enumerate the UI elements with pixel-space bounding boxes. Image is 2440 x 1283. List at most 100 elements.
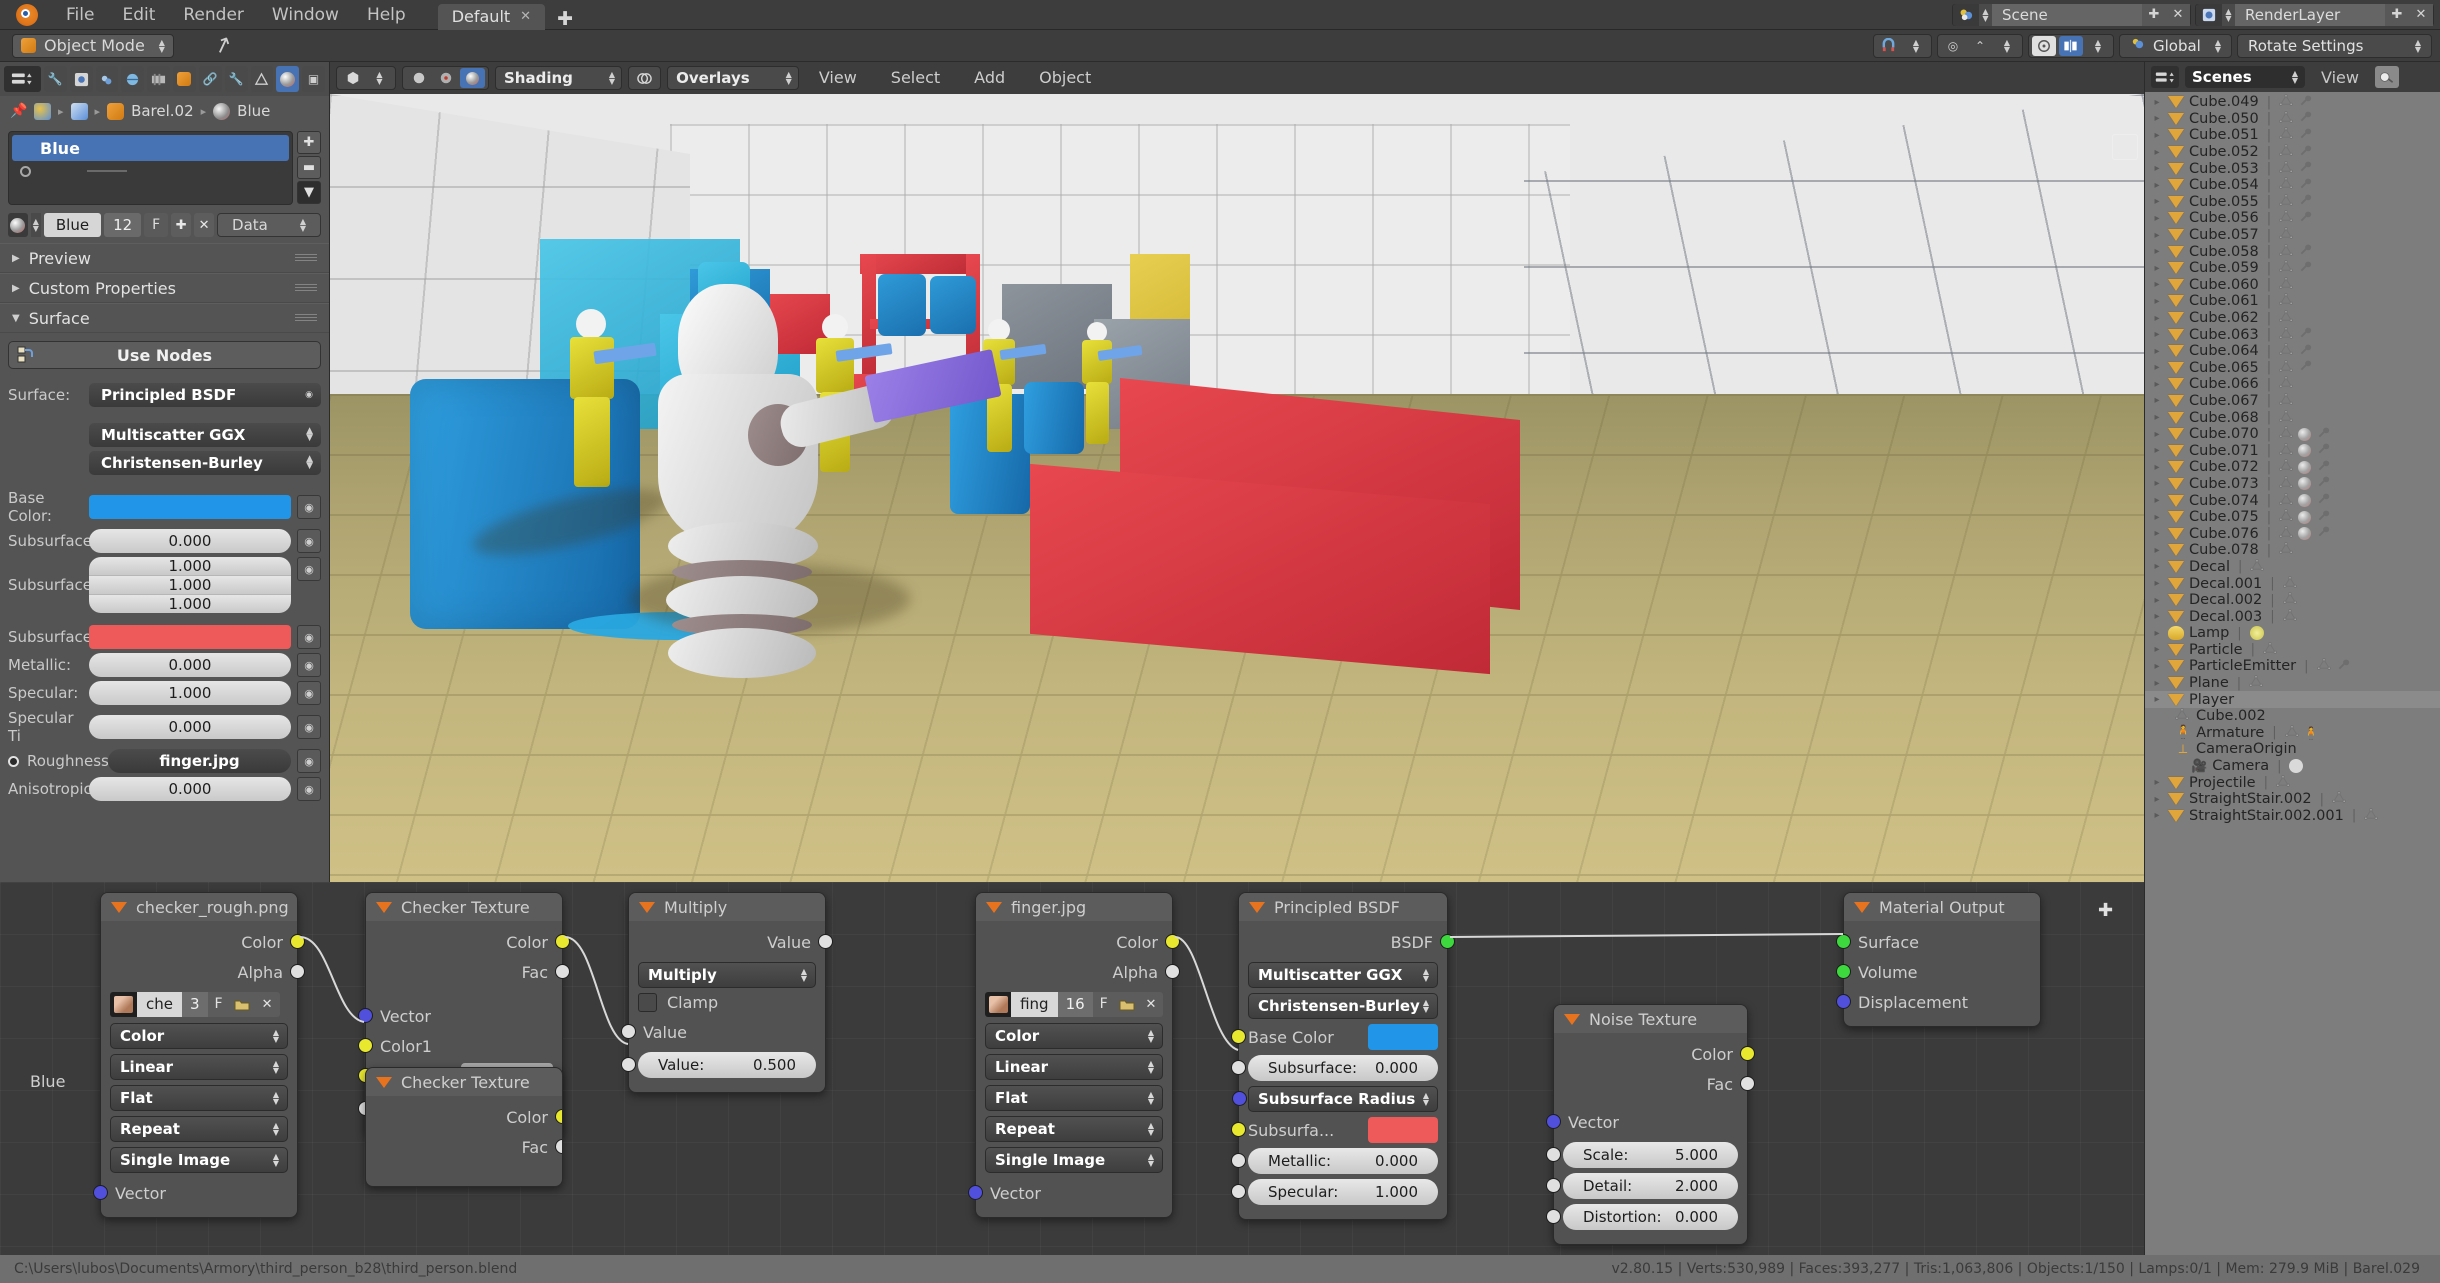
pivot-mirror-group[interactable]: ▲▼ (2028, 34, 2114, 58)
node-slider-detail[interactable]: Detail: 2.000 (1563, 1173, 1738, 1199)
socket-displacement-input[interactable] (1836, 994, 1851, 1009)
mesh-data-icon[interactable] (2279, 493, 2293, 509)
chevron-updown-icon[interactable]: ▲▼ (1148, 1122, 1154, 1136)
node-slider-metallic[interactable]: Metallic: 0.000 (1248, 1148, 1438, 1174)
socket-subsurface-radius-input[interactable] (1232, 1091, 1247, 1106)
chevron-updown-icon[interactable]: ▲▼ (1148, 1091, 1154, 1105)
mesh-data-icon[interactable] (2249, 675, 2263, 691)
subsurface-value[interactable]: 0.000 (89, 529, 291, 553)
outliner-row[interactable]: ▸Decal.003| (2145, 608, 2440, 625)
modifier-icon[interactable] (2298, 243, 2313, 260)
material-icon[interactable] (2298, 494, 2311, 507)
node-dropdown-colorspace[interactable]: Color ▲▼ (110, 1023, 288, 1049)
node-dropdown-extension[interactable]: Repeat ▲▼ (110, 1116, 288, 1142)
node-header[interactable]: Multiply (629, 893, 825, 921)
orientation-spin-icon[interactable]: ▲▼ (2215, 39, 2221, 53)
image-name-field[interactable]: che (137, 992, 182, 1017)
scene-icon[interactable] (34, 103, 51, 120)
subsurface-color-swatch[interactable] (1368, 1117, 1438, 1143)
renderlayer-add-button[interactable]: ✚ (2385, 4, 2409, 26)
node-dropdown-colorspace[interactable]: Color ▲▼ (985, 1023, 1163, 1049)
mesh-data-icon[interactable] (2279, 144, 2293, 160)
outliner-row[interactable]: ▸Cube.055| (2145, 194, 2440, 211)
unlink-image-button[interactable]: ✕ (1139, 992, 1163, 1017)
outliner-row[interactable]: ▸Cube.072| (2145, 459, 2440, 476)
expand-toggle-icon[interactable]: ▸ (2151, 97, 2163, 108)
breadcrumb-material[interactable]: Blue (237, 102, 270, 120)
mesh-data-icon[interactable] (2279, 526, 2293, 542)
specular-tint-link-button[interactable]: ◉ (297, 715, 321, 739)
expand-toggle-icon[interactable]: ▸ (2151, 246, 2163, 257)
node-slider-subsurface[interactable]: Subsurface: 0.000 (1248, 1055, 1438, 1081)
node-dropdown-interpolation[interactable]: Linear ▲▼ (985, 1054, 1163, 1080)
expand-toggle-icon[interactable]: ▸ (2151, 395, 2163, 406)
add-material-slot-button[interactable]: ✚ (297, 131, 321, 154)
outliner-row[interactable]: ▸Cube.071| (2145, 442, 2440, 459)
modifier-icon[interactable] (2298, 160, 2313, 177)
socket-color-output[interactable] (555, 934, 570, 949)
outliner-editor[interactable]: Scenes ▲▼ View ▸Cube.049|▸Cube.050|▸Cube… (2144, 62, 2440, 1255)
subsurface-color-swatch[interactable] (89, 625, 291, 649)
node-noise-texture[interactable]: Noise Texture Color Fac Vector (1553, 1004, 1748, 1245)
material-browse-icon[interactable] (8, 213, 28, 237)
expand-toggle-icon[interactable]: ▸ (2151, 810, 2163, 821)
lamp-data-icon[interactable] (2250, 626, 2264, 640)
socket-color1-input[interactable] (358, 1038, 373, 1053)
node-header[interactable]: Checker Texture (366, 893, 562, 921)
node-finger-image[interactable]: finger.jpg Color Alpha fing 16 F (975, 892, 1173, 1218)
collapse-triangle-icon[interactable] (376, 1077, 392, 1088)
pin-icon[interactable]: 📌 (10, 103, 27, 120)
outliner-row[interactable]: ▸Cube.059| (2145, 260, 2440, 277)
expand-toggle-icon[interactable]: ▸ (2151, 545, 2163, 556)
chevron-updown-icon[interactable]: ▲▼ (1148, 1153, 1154, 1167)
mesh-data-icon[interactable] (2279, 476, 2293, 492)
outliner-row[interactable]: ▸Cube.049| (2145, 94, 2440, 111)
modifier-icon[interactable] (2298, 210, 2313, 227)
mesh-data-icon[interactable] (2263, 642, 2277, 658)
outliner-row[interactable]: ▸Player (2145, 691, 2440, 708)
panel-preview[interactable]: ▶ Preview (0, 243, 329, 273)
expand-toggle-icon[interactable]: ▸ (2151, 661, 2163, 672)
falloff-spin-icon[interactable]: ▲▼ (1995, 36, 2019, 56)
viewport-3d[interactable]: ▲▼ Shading ▲▼ (330, 62, 2144, 882)
outliner-row[interactable]: ▸Decal.002| (2145, 592, 2440, 609)
chevron-updown-icon[interactable]: ▲▼ (273, 1153, 279, 1167)
magnet-icon[interactable] (1877, 36, 1901, 56)
mesh-data-icon[interactable] (2279, 343, 2293, 359)
panel-custom-properties[interactable]: ▶ Custom Properties (0, 273, 329, 303)
node-header[interactable]: Principled BSDF (1239, 893, 1447, 921)
expand-toggle-icon[interactable]: ▸ (2151, 279, 2163, 290)
add-workspace-icon[interactable]: ✚ (557, 8, 573, 30)
subsurface-radius-y[interactable]: 1.000 (89, 575, 291, 594)
properties-tab-constraint[interactable]: 🔗 (199, 66, 222, 92)
snap-spin-icon[interactable]: ▲▼ (1904, 36, 1928, 56)
socket-color-output[interactable] (1165, 934, 1180, 949)
outliner-row[interactable]: 🎥Camera| (2145, 758, 2440, 775)
expand-toggle-icon[interactable]: ▸ (2151, 412, 2163, 423)
outliner-row[interactable]: ▸Cube.073| (2145, 476, 2440, 493)
outliner-row[interactable]: ▸Plane| (2145, 675, 2440, 692)
expand-toggle-icon[interactable]: ▸ (2151, 313, 2163, 324)
shading-mode-group[interactable] (402, 66, 489, 90)
outliner-row[interactable]: ▸Cube.070| (2145, 426, 2440, 443)
properties-tab-material[interactable] (276, 66, 299, 92)
material-name-field[interactable]: Blue (44, 213, 101, 237)
socket-subsurface-color-input[interactable] (1231, 1122, 1246, 1137)
image-thumbnail-icon[interactable] (985, 992, 1011, 1017)
use-nodes-button[interactable]: Use Nodes (8, 341, 321, 369)
chevron-updown-icon[interactable]: ▲▼ (273, 1091, 279, 1105)
expand-toggle-icon[interactable]: ▸ (2151, 495, 2163, 506)
metallic-link-button[interactable]: ◉ (297, 653, 321, 677)
outliner-row[interactable]: ⟂CameraOrigin (2145, 741, 2440, 758)
mesh-data-icon[interactable] (2279, 277, 2293, 293)
viewport-menu-object[interactable]: Object (1025, 66, 1105, 90)
modifier-icon[interactable] (2316, 475, 2331, 492)
mesh-data-icon[interactable] (2279, 210, 2293, 226)
mesh-data-icon[interactable] (2279, 127, 2293, 143)
node-dropdown-subsurface-method[interactable]: Christensen-Burley ▲▼ (1248, 993, 1438, 1019)
outliner-row[interactable]: ▸StraightStair.002.001| (2145, 808, 2440, 825)
mirror-icon[interactable] (2059, 36, 2083, 56)
remove-material-slot-button[interactable]: ▬ (297, 156, 321, 179)
outliner-row[interactable]: ▸Cube.053| (2145, 160, 2440, 177)
collapse-triangle-icon[interactable] (1854, 902, 1870, 913)
